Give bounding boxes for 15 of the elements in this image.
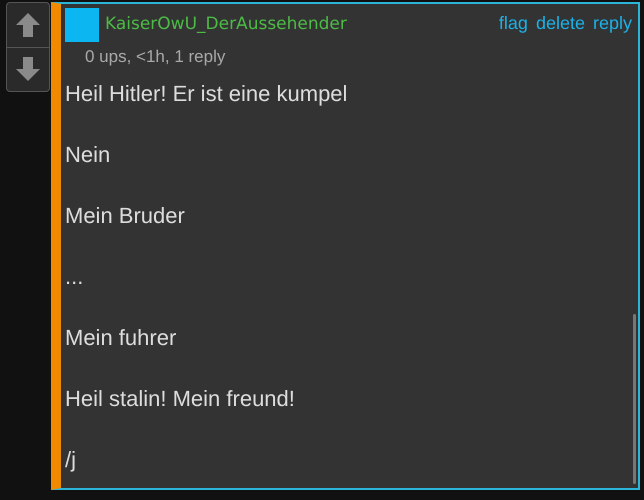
comment-paragraph: ... — [65, 262, 84, 290]
comment-paragraph: Heil stalin! Mein freund! — [65, 384, 296, 412]
avatar-square — [65, 8, 99, 42]
up-arrow-icon — [15, 12, 41, 38]
username-link[interactable]: KaiserOwU_DerAussehender — [105, 12, 347, 38]
down-arrow-icon — [15, 56, 41, 82]
comment-paragraph: Heil Hitler! Er ist eine kumpel — [65, 80, 348, 108]
comment-paragraph: Nein — [65, 140, 112, 168]
comment-paragraph: Mein fuhrer — [65, 324, 178, 352]
comment-meta: 0 ups, <1h, 1 reply — [85, 46, 226, 68]
action-link[interactable]: flag — [498, 10, 528, 37]
action-link[interactable]: reply — [592, 10, 632, 37]
action-link[interactable]: delete — [536, 10, 585, 37]
comment-paragraph: Mein Bruder — [65, 202, 186, 230]
comment-paragraph: /j — [65, 446, 77, 474]
